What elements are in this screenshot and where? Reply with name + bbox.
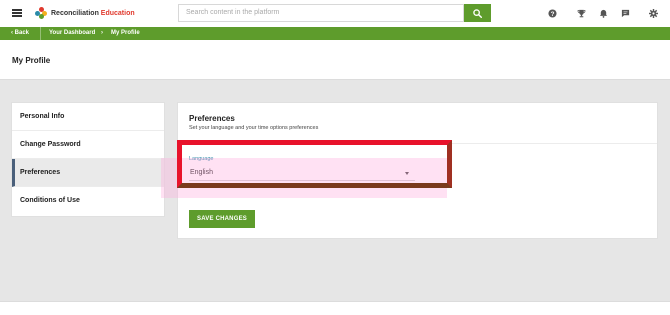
trophy-icon[interactable] bbox=[576, 8, 586, 18]
gear-icon[interactable] bbox=[648, 8, 658, 18]
breadcrumb-divider bbox=[40, 27, 41, 40]
brand-mark-icon bbox=[35, 7, 47, 19]
panel-subtitle: Set your language and your time options … bbox=[189, 125, 319, 131]
panel-title: Preferences bbox=[189, 114, 235, 123]
search-input[interactable]: Search content in the platform bbox=[178, 4, 464, 22]
profile-sidebar: Personal Info Change Password Preference… bbox=[11, 102, 165, 217]
title-bar: My Profile bbox=[0, 40, 670, 80]
brand-logo[interactable]: Reconciliation Education bbox=[35, 7, 135, 19]
breadcrumb-item-current: My Profile bbox=[111, 30, 140, 36]
search-button[interactable] bbox=[464, 4, 491, 22]
chat-icon[interactable] bbox=[620, 8, 630, 18]
search-icon bbox=[473, 8, 482, 18]
back-link[interactable]: ‹ Back bbox=[11, 30, 29, 36]
sidebar-item-conditions-of-use[interactable]: Conditions of Use bbox=[12, 187, 164, 215]
top-bar: Reconciliation Education Search content … bbox=[0, 0, 670, 27]
panel-header: Preferences Set your language and your t… bbox=[178, 103, 657, 144]
chevron-right-icon: › bbox=[101, 30, 103, 36]
breadcrumb-item-dashboard[interactable]: Your Dashboard bbox=[49, 30, 95, 36]
chevron-left-icon: ‹ bbox=[11, 30, 13, 36]
brand-name: Reconciliation Education bbox=[51, 9, 135, 17]
sidebar-item-change-password[interactable]: Change Password bbox=[12, 131, 164, 159]
menu-icon[interactable] bbox=[12, 9, 22, 17]
save-changes-button[interactable]: SAVE CHANGES bbox=[189, 210, 255, 228]
svg-text:?: ? bbox=[550, 10, 554, 17]
footer bbox=[0, 301, 670, 315]
page-title: My Profile bbox=[12, 56, 51, 65]
breadcrumb: ‹ Back Your Dashboard › My Profile bbox=[0, 27, 670, 40]
highlight-box bbox=[177, 140, 452, 188]
help-icon[interactable]: ? bbox=[547, 8, 557, 18]
bell-icon[interactable] bbox=[598, 8, 608, 18]
sidebar-item-personal-info[interactable]: Personal Info bbox=[12, 103, 164, 131]
sidebar-item-preferences[interactable]: Preferences bbox=[12, 159, 164, 187]
